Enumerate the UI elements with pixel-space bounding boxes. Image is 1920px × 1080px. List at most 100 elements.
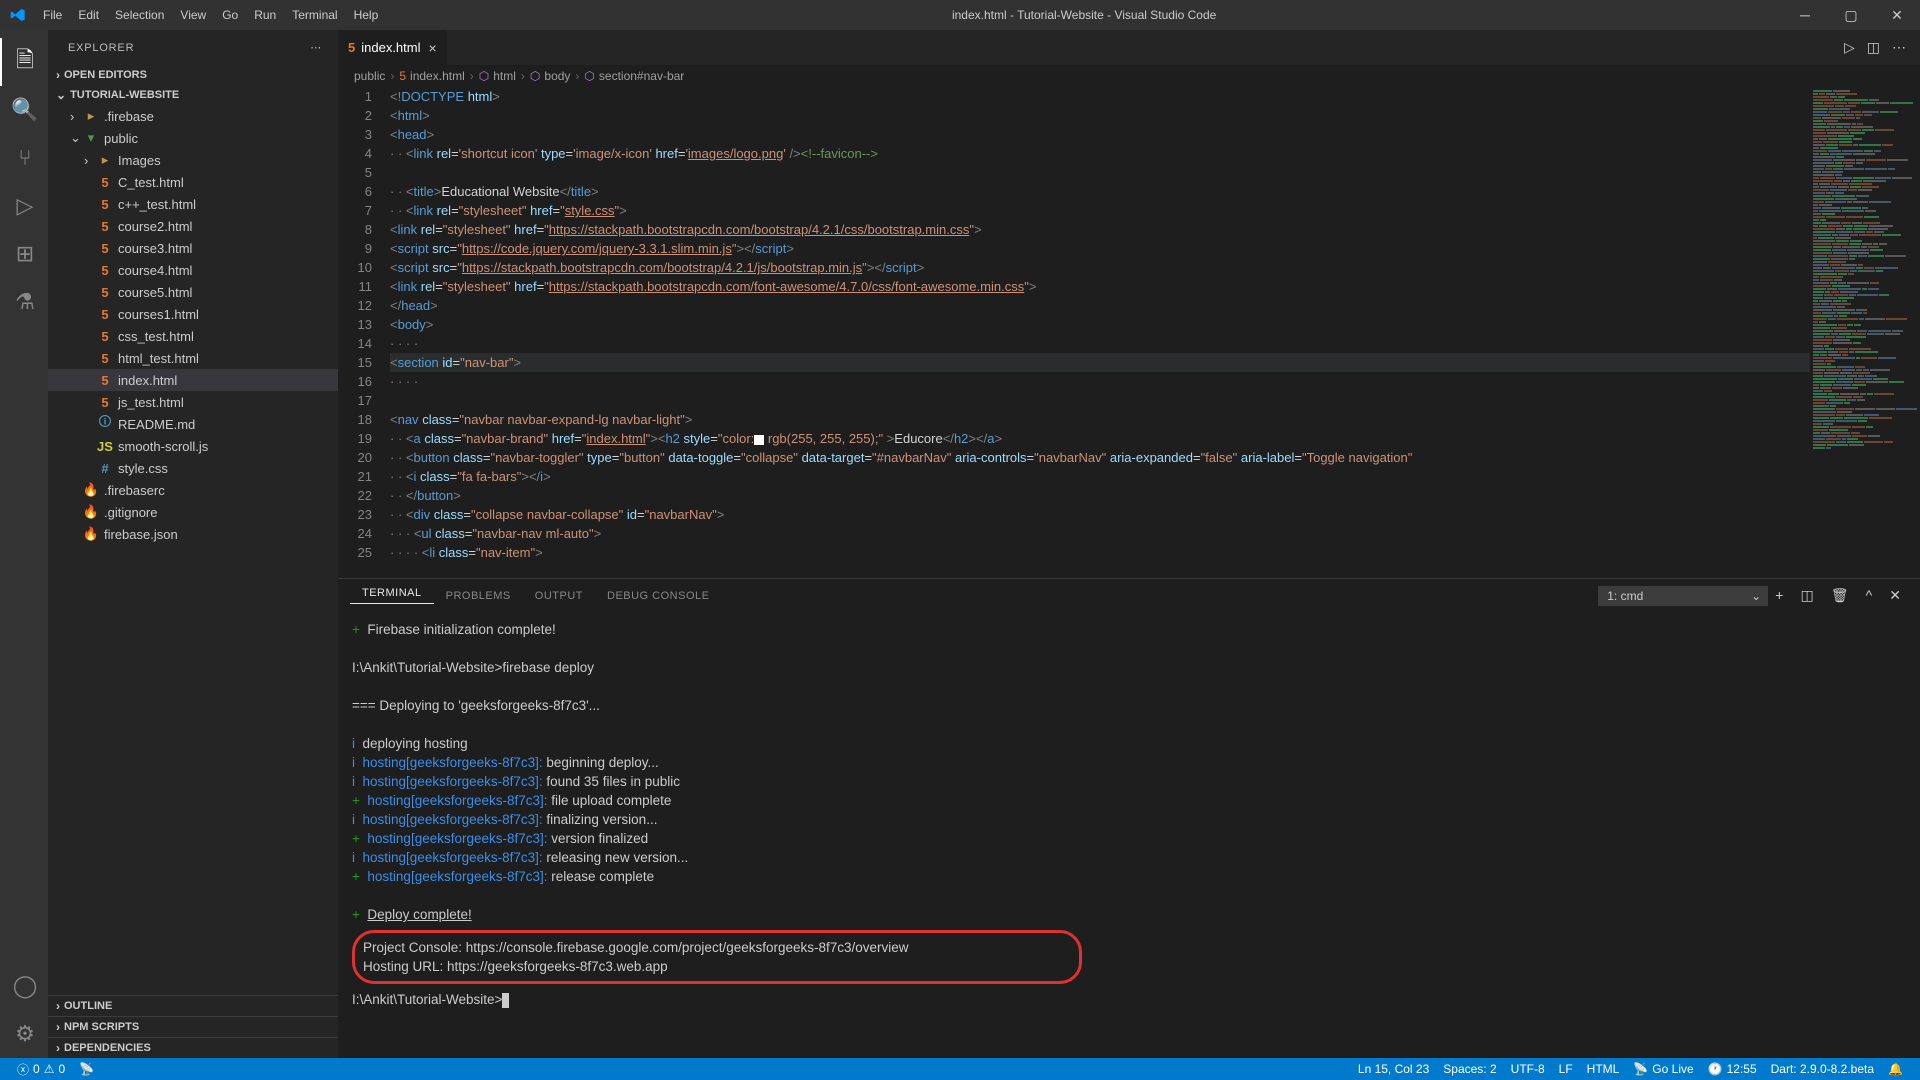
status-indent[interactable]: Spaces: 2: [1436, 1062, 1503, 1076]
close-button[interactable]: ✕: [1874, 0, 1920, 30]
file-css-test-html[interactable]: 5css_test.html: [48, 325, 338, 347]
vscode-logo-icon: [0, 7, 35, 23]
status-dart[interactable]: Dart: 2.9.0-8.2.beta: [1764, 1062, 1881, 1076]
breadcrumbs[interactable]: public› 5index.html› ⬡html› ⬡body› ⬡sect…: [338, 65, 1920, 87]
html-icon: 5: [96, 395, 114, 410]
file-course4-html[interactable]: 5course4.html: [48, 259, 338, 281]
split-editor-icon[interactable]: ◫: [1861, 39, 1886, 56]
explorer-title: EXPLORER: [68, 42, 134, 54]
new-terminal-icon[interactable]: +: [1768, 587, 1790, 603]
file-index-html[interactable]: 5index.html: [48, 369, 338, 391]
split-terminal-icon[interactable]: ◫: [1793, 587, 1820, 603]
terminal[interactable]: + Firebase initialization complete! I:\A…: [338, 612, 1920, 1058]
search-icon[interactable]: 🔍: [0, 86, 48, 134]
menu-go[interactable]: Go: [214, 8, 246, 22]
menu-file[interactable]: File: [35, 8, 70, 22]
menu-edit[interactable]: Edit: [70, 8, 107, 22]
accounts-icon[interactable]: ◯: [0, 962, 48, 1010]
status-bell[interactable]: 🔔: [1881, 1062, 1910, 1076]
file-course3-html[interactable]: 5course3.html: [48, 237, 338, 259]
menu-help[interactable]: Help: [346, 8, 387, 22]
file-course5-html[interactable]: 5course5.html: [48, 281, 338, 303]
menu-run[interactable]: Run: [246, 8, 284, 22]
file-C-test-html[interactable]: 5C_test.html: [48, 171, 338, 193]
file-tree: ›▸.firebase⌄▾public›▸Images5C_test.html5…: [48, 105, 338, 995]
outline-section[interactable]: ›OUTLINE: [48, 995, 338, 1016]
window-title: index.html - Tutorial-Website - Visual S…: [386, 8, 1782, 22]
menu-view[interactable]: View: [172, 8, 214, 22]
folder-section[interactable]: ⌄TUTORIAL-WEBSITE: [48, 85, 338, 105]
editor-tabs: 5 index.html × ▷ ◫ ⋯: [338, 30, 1920, 65]
source-control-icon[interactable]: ⑂: [0, 134, 48, 182]
close-tab-icon[interactable]: ×: [428, 40, 436, 56]
file--firebase[interactable]: ›▸.firebase: [48, 105, 338, 127]
clock-icon: 🕐: [1708, 1062, 1723, 1076]
menu-terminal[interactable]: Terminal: [284, 8, 345, 22]
menu-selection[interactable]: Selection: [107, 8, 172, 22]
file-README-md[interactable]: 🛈README.md: [48, 413, 338, 435]
tab-index-html[interactable]: 5 index.html ×: [338, 30, 448, 65]
maximize-panel-icon[interactable]: ^: [1859, 587, 1880, 603]
html-icon: 5: [96, 197, 114, 212]
deploy-url-highlight: Project Console: https://console.firebas…: [352, 930, 1082, 984]
open-editors-section[interactable]: ›OPEN EDITORS: [48, 65, 338, 85]
npm-scripts-section[interactable]: ›NPM SCRIPTS: [48, 1016, 338, 1037]
terminal-select[interactable]: 1: cmd ⌄: [1598, 586, 1768, 606]
file-public[interactable]: ⌄▾public: [48, 127, 338, 149]
status-lang[interactable]: HTML: [1580, 1062, 1627, 1076]
file-course2-html[interactable]: 5course2.html: [48, 215, 338, 237]
html-icon: 5: [96, 329, 114, 344]
dependencies-section[interactable]: ›DEPENDENCIES: [48, 1037, 338, 1058]
settings-gear-icon[interactable]: ⚙: [0, 1010, 48, 1058]
html-icon: 5: [96, 175, 114, 190]
editor-area: 5 index.html × ▷ ◫ ⋯ public› 5index.html…: [338, 30, 1920, 1058]
terminal-tab[interactable]: TERMINAL: [350, 587, 434, 604]
testing-icon[interactable]: ⚗: [0, 278, 48, 326]
css-icon: #: [96, 461, 114, 476]
run-debug-icon[interactable]: ▷: [0, 182, 48, 230]
file-Images[interactable]: ›▸Images: [48, 149, 338, 171]
status-encoding[interactable]: UTF-8: [1504, 1062, 1552, 1076]
tab-label: index.html: [361, 40, 420, 55]
file--firebaserc[interactable]: 🔥.firebaserc: [48, 479, 338, 501]
file-style-css[interactable]: #style.css: [48, 457, 338, 479]
status-errors[interactable]: ⓧ0 ⚠0: [10, 1061, 72, 1078]
file-html-test-html[interactable]: 5html_test.html: [48, 347, 338, 369]
kill-terminal-icon[interactable]: 🗑: [1824, 587, 1856, 603]
fire-icon: 🔥: [82, 482, 100, 498]
more-actions-icon[interactable]: ⋯: [1886, 39, 1912, 56]
debug-console-tab[interactable]: DEBUG CONSOLE: [595, 590, 721, 602]
file--gitignore[interactable]: 🔥.gitignore: [48, 501, 338, 523]
maximize-button[interactable]: ▢: [1828, 0, 1874, 30]
close-panel-icon[interactable]: ✕: [1882, 587, 1908, 603]
problems-tab[interactable]: PROBLEMS: [434, 590, 523, 602]
minimize-button[interactable]: ─: [1782, 0, 1828, 30]
file-smooth-scroll-js[interactable]: JSsmooth-scroll.js: [48, 435, 338, 457]
extensions-icon[interactable]: ⊞: [0, 230, 48, 278]
terminal-cursor: [502, 993, 509, 1008]
minimap[interactable]: [1810, 87, 1920, 578]
file-js-test-html[interactable]: 5js_test.html: [48, 391, 338, 413]
status-live[interactable]: 📡: [72, 1062, 101, 1076]
explorer-more-icon[interactable]: ⋯: [310, 41, 322, 54]
explorer-icon[interactable]: 🗎: [0, 38, 48, 86]
error-icon: ⓧ: [17, 1061, 29, 1078]
bell-icon: 🔔: [1888, 1062, 1903, 1076]
md-icon: 🛈: [96, 413, 114, 435]
file-courses1-html[interactable]: 5courses1.html: [48, 303, 338, 325]
fire-icon: 🔥: [82, 526, 100, 542]
file-firebase-json[interactable]: 🔥firebase.json: [48, 523, 338, 545]
symbol-icon: ⬡: [530, 69, 540, 83]
html-icon: 5: [96, 263, 114, 278]
status-lncol[interactable]: Ln 15, Col 23: [1351, 1062, 1436, 1076]
status-golive[interactable]: 📡Go Live: [1626, 1062, 1700, 1076]
menu-bar: File Edit Selection View Go Run Terminal…: [35, 8, 386, 22]
code-editor[interactable]: 1234567891011121314151617181920212223242…: [338, 87, 1810, 578]
html-icon: 5: [96, 307, 114, 322]
run-icon[interactable]: ▷: [1838, 39, 1861, 56]
status-clock[interactable]: 🕐12:55: [1701, 1062, 1764, 1076]
output-tab[interactable]: OUTPUT: [523, 590, 595, 602]
warning-icon: ⚠: [44, 1062, 55, 1076]
status-eol[interactable]: LF: [1552, 1062, 1580, 1076]
file-c---test-html[interactable]: 5c++_test.html: [48, 193, 338, 215]
